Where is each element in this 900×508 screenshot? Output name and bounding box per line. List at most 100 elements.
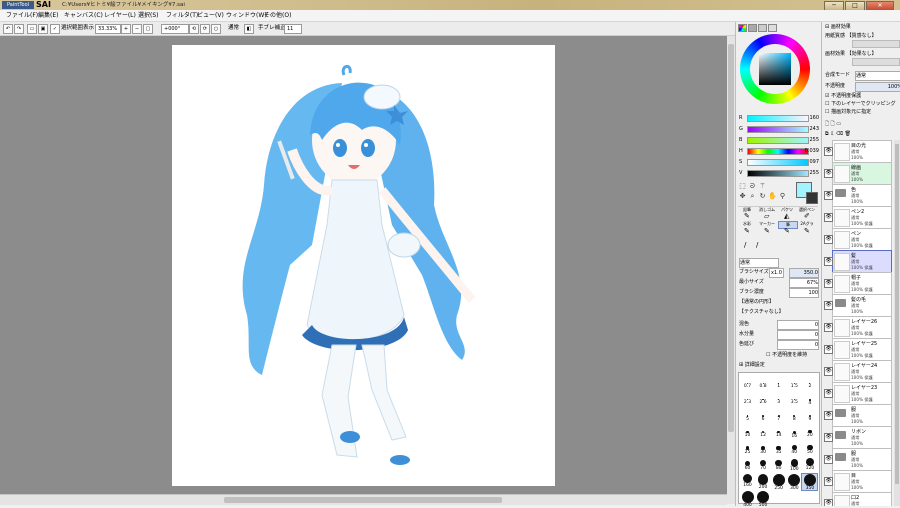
saturation-value-square[interactable] <box>759 53 791 85</box>
visibility-eye-icon[interactable]: 👁 <box>824 433 833 442</box>
brush-size-preset[interactable]: 100 <box>787 458 802 474</box>
menu-filter[interactable]: フィルタ(T) <box>166 10 198 21</box>
layer-item[interactable]: 👁 ペン2 通常 100% 保護 <box>824 206 892 229</box>
brush-size-preset[interactable]: 1 <box>771 375 786 391</box>
menu-window[interactable]: ウィンドウ(W) <box>226 10 267 21</box>
layer-scroll-thumb[interactable] <box>895 144 899 484</box>
rotate-icon[interactable]: ↻ <box>758 192 767 201</box>
visibility-eye-icon[interactable]: 👁 <box>824 411 833 420</box>
select-icon[interactable]: ▣ <box>38 24 48 34</box>
visibility-eye-icon[interactable]: 👁 <box>824 389 833 398</box>
menu-file[interactable]: ファイル(F) <box>6 10 38 21</box>
brush-size-preset[interactable]: 40 <box>787 441 802 457</box>
brush-size-preset[interactable]: 9 <box>802 408 817 424</box>
brush-size-preset[interactable]: 6 <box>756 408 771 424</box>
layer-item[interactable]: 👁 レイヤー23 通常 100% 保護 <box>824 382 892 405</box>
zoom-out-icon[interactable]: − <box>132 24 142 34</box>
layer-item[interactable]: 👁 髪通常 100% 保護 <box>824 250 892 273</box>
brush-size-preset[interactable]: 2.6 <box>756 392 771 408</box>
horizontal-scroll-thumb[interactable] <box>224 497 502 503</box>
move-icon[interactable]: ✥ <box>738 192 747 201</box>
brush-size-preset[interactable]: 60 <box>740 458 755 474</box>
stabilizer-field[interactable]: 11 <box>284 24 302 34</box>
paper-strength-slider[interactable] <box>852 40 900 48</box>
slider-r[interactable]: R 160 <box>739 114 819 122</box>
clear-layer-icon[interactable]: ⌫ <box>836 131 843 137</box>
brush-size-preset[interactable]: 4 <box>802 392 817 408</box>
visibility-eye-icon[interactable]: 👁 <box>824 257 833 266</box>
canvas-document[interactable] <box>172 45 555 486</box>
vertical-scroll-thumb[interactable] <box>728 44 734 432</box>
slider-s[interactable]: S 097 <box>739 158 819 166</box>
color-wheel[interactable] <box>740 34 810 104</box>
brush-size-preset[interactable]: 16 <box>787 425 802 441</box>
new-folder-icon[interactable]: ▭ <box>836 121 841 127</box>
undo-icon[interactable]: ↶ <box>3 24 13 34</box>
brush-size-preset[interactable]: 7 <box>771 408 786 424</box>
brush-size-preset[interactable]: 10 <box>740 425 755 441</box>
hand-icon[interactable]: ✋ <box>768 192 777 201</box>
layer-item[interactable]: 👁 色通常 100% <box>824 184 892 207</box>
brush-size-preset[interactable]: 400 <box>740 490 755 508</box>
layer-item[interactable]: 👁 髪の毛 通常 100% <box>824 294 892 317</box>
layer-item[interactable]: 👁 ペン 通常 100% 保護 <box>824 228 892 251</box>
menu-other[interactable]: その他(O) <box>264 10 291 21</box>
rect-select-icon[interactable]: ⬚ <box>738 182 747 191</box>
wheel-tab-icon[interactable] <box>738 24 747 32</box>
brush-size-preset[interactable]: 70 <box>756 458 771 474</box>
layer-item[interactable]: 👁 レイヤー24 通常 100% 保護 <box>824 360 892 383</box>
keep-opacity-checkbox[interactable]: ☐ 不透明度を維持 <box>766 351 818 359</box>
detail-settings-toggle[interactable]: ⊞ 詳細設定 <box>739 361 819 369</box>
delete-layer-icon[interactable]: 🗑 <box>845 131 851 137</box>
protect-opacity-checkbox[interactable]: ☑ 不透明度保護 <box>825 92 900 100</box>
visibility-eye-icon[interactable]: 👁 <box>824 323 833 332</box>
menu-edit[interactable]: 編集(E) <box>38 10 58 21</box>
brush-size-preset[interactable]: 25 <box>740 441 755 457</box>
menu-select[interactable]: 選択(S) <box>138 10 159 21</box>
brush-size-preset[interactable]: 0.8 <box>756 375 771 391</box>
visibility-eye-icon[interactable]: 👁 <box>824 301 833 310</box>
brush-size-preset[interactable]: 0.7 <box>740 375 755 391</box>
brush-size-preset[interactable]: 160 <box>740 474 755 490</box>
menu-layer[interactable]: レイヤー(L) <box>104 10 136 21</box>
brush-size-preset[interactable]: 8 <box>787 408 802 424</box>
layer-item[interactable]: 👁 目の光 通常 100% <box>824 140 892 163</box>
brush-shape-select[interactable]: 【通常の円形】 <box>739 298 819 306</box>
visibility-eye-icon[interactable]: 👁 <box>824 345 833 354</box>
brush-size-preset[interactable]: 5 <box>740 408 755 424</box>
zoom-icon[interactable]: ⌕ <box>748 192 757 201</box>
visibility-eye-icon[interactable]: 👁 <box>824 455 833 464</box>
brush-texture-select[interactable]: 【テクスチャなし】 <box>739 308 819 316</box>
slider-b[interactable]: B 255 <box>739 136 819 144</box>
visibility-eye-icon[interactable]: 👁 <box>824 279 833 288</box>
merge-down-icon[interactable]: ⇩ <box>830 131 834 137</box>
layer-item[interactable]: 👁 レイヤー25 通常 100% 保護 <box>824 338 892 361</box>
visibility-eye-icon[interactable]: 👁 <box>824 147 833 156</box>
blend-mode-label[interactable]: 通常 <box>228 24 239 33</box>
deselect-icon[interactable]: ▭ <box>27 24 37 34</box>
menu-canvas[interactable]: キャンバス(C) <box>64 10 103 21</box>
effect-strength-slider[interactable] <box>852 58 900 66</box>
layer-item[interactable]: 👁 線画 通常 100% <box>824 162 892 185</box>
slider-g[interactable]: G 243 <box>739 125 819 133</box>
brush-size-preset[interactable]: 350 <box>801 473 819 491</box>
flip-icon[interactable]: ◧ <box>244 24 254 34</box>
slider-v[interactable]: V 255 <box>739 169 819 177</box>
brush-size-preset[interactable]: 500 <box>756 490 771 508</box>
vertical-scrollbar[interactable] <box>727 36 735 504</box>
rotate-right-icon[interactable]: ⟳ <box>200 24 210 34</box>
selection-checkbox[interactable]: ✓ <box>50 24 60 34</box>
menu-view[interactable]: ビュー(V) <box>197 10 224 21</box>
redo-icon[interactable]: ↷ <box>14 24 24 34</box>
brush-size-preset[interactable]: 80 <box>771 458 786 474</box>
brush-size-preset[interactable]: 1.5 <box>787 375 802 391</box>
horizontal-scrollbar[interactable] <box>0 494 727 505</box>
swatch-tab-icon[interactable] <box>768 24 777 32</box>
brush-size-preset[interactable]: 3 <box>771 392 786 408</box>
brush-size-preset[interactable]: 200 <box>756 474 771 490</box>
visibility-eye-icon[interactable]: 👁 <box>824 191 833 200</box>
rotate-left-icon[interactable]: ⟲ <box>189 24 199 34</box>
visibility-eye-icon[interactable]: 👁 <box>824 235 833 244</box>
visibility-eye-icon[interactable]: 👁 <box>824 169 833 178</box>
brush-size-preset[interactable]: 300 <box>787 474 802 491</box>
